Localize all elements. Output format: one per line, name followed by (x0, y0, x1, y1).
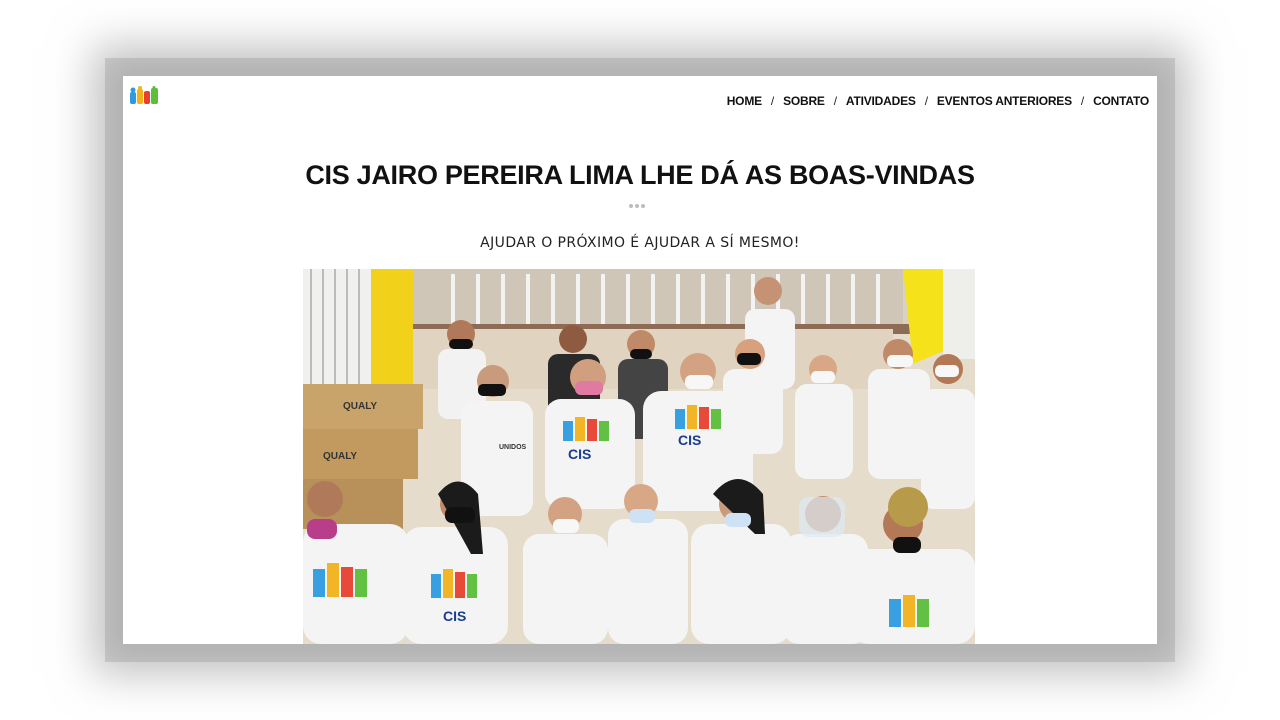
nav-eventos-anteriores[interactable]: EVENTOS ANTERIORES (937, 94, 1072, 108)
nav-sobre[interactable]: SOBRE (783, 94, 825, 108)
nav-separator: / (770, 94, 775, 108)
nav-contato[interactable]: CONTATO (1093, 94, 1149, 108)
shirt-label: CIS (568, 446, 591, 462)
nav-separator: / (924, 94, 928, 108)
nav-atividades[interactable]: ATIVIDADES (846, 94, 916, 108)
title-divider (629, 204, 645, 208)
nav-home[interactable]: HOME (727, 94, 762, 108)
box-label: QUALY (323, 451, 357, 462)
group-photo: QUALY QUALY CIS CIS UNIDOS CIS (303, 269, 975, 644)
nav-separator: / (833, 94, 837, 108)
shirt-label: UNIDOS (499, 444, 527, 451)
page-frame: HOME / SOBRE / ATIVIDADES / EVENTOS ANTE… (123, 76, 1157, 644)
main-nav: HOME / SOBRE / ATIVIDADES / EVENTOS ANTE… (727, 94, 1149, 108)
shirt-label: CIS (678, 432, 701, 448)
site-logo-icon[interactable] (129, 86, 161, 108)
shirt-label: CIS (443, 608, 466, 624)
nav-separator: / (1080, 94, 1085, 108)
page-title: CIS JAIRO PEREIRA LIMA LHE DÁ AS BOAS-VI… (305, 160, 975, 190)
page-subtitle: AJUDAR O PRÓXIMO É AJUDAR A SÍ MESMO! (480, 235, 800, 251)
box-label: QUALY (343, 401, 377, 412)
